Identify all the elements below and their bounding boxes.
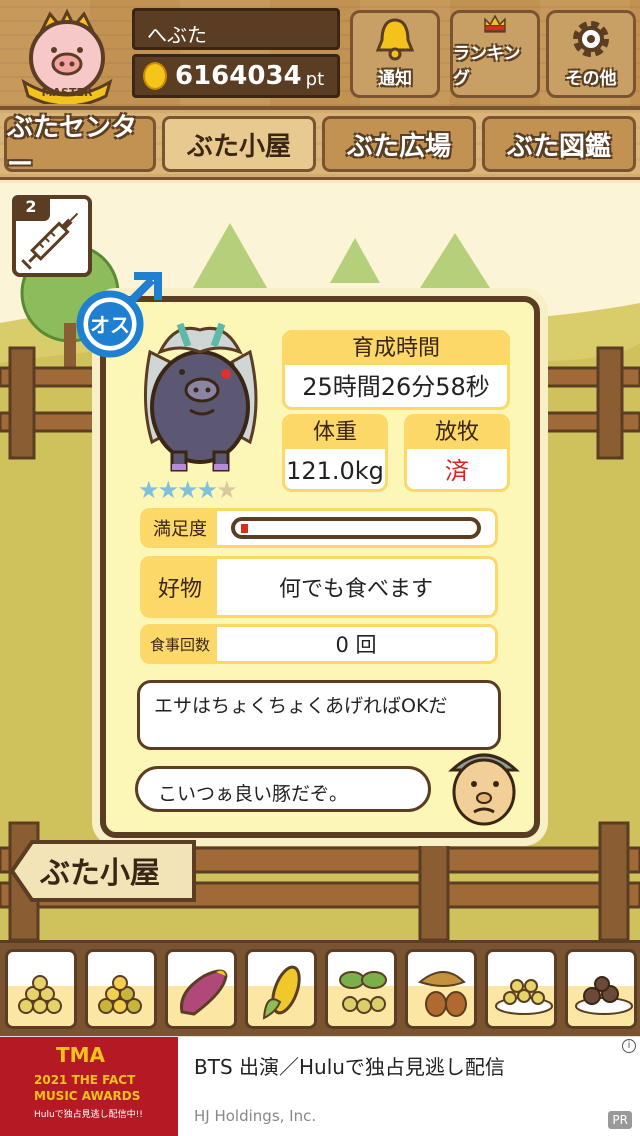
ranking-label: ランキング bbox=[453, 44, 521, 89]
ad-sponsor: HJ Holdings, Inc. bbox=[194, 1107, 317, 1125]
master-label: MASTER bbox=[42, 86, 93, 99]
bell-icon bbox=[375, 18, 415, 61]
ad-info-icon[interactable]: i bbox=[622, 1039, 636, 1053]
food-slot-beans[interactable] bbox=[5, 949, 77, 1029]
stars-empty: ★ bbox=[216, 476, 237, 504]
food-bar bbox=[0, 940, 640, 1036]
meal-count-row: 食事回数 0 回 bbox=[140, 624, 498, 664]
graze-value: 済 bbox=[445, 457, 469, 485]
meatball-plate-icon bbox=[575, 976, 633, 1015]
satisfaction-row: 満足度 bbox=[140, 508, 498, 548]
tab-buta-goya[interactable]: ぶた小屋 bbox=[162, 116, 316, 172]
food-slot-vegetable[interactable] bbox=[325, 949, 397, 1029]
ad-image-logo: TMA bbox=[56, 1043, 106, 1067]
sign-text: ぶた小屋 bbox=[40, 856, 160, 891]
points-display: 6164034 pt bbox=[132, 54, 340, 98]
ad-image-line2: MUSIC AWARDS bbox=[34, 1089, 141, 1103]
pig-character[interactable] bbox=[130, 312, 270, 482]
other-button[interactable]: その他 bbox=[546, 10, 636, 98]
vegetable-icon bbox=[339, 971, 387, 1014]
graze-label: 放牧 bbox=[407, 417, 507, 449]
tab-buta-center[interactable]: ぶたセンター bbox=[4, 113, 156, 180]
food-slot-meatball-plate[interactable] bbox=[565, 949, 637, 1029]
satisfaction-label: 満足度 bbox=[143, 511, 217, 545]
graze-panel: 放牧 済 bbox=[404, 414, 510, 492]
ad-banner[interactable]: TMA 2021 THE FACT MUSIC AWARDS Huluで独占見逃… bbox=[0, 1036, 640, 1136]
points-value: 6164034 bbox=[175, 61, 302, 91]
item-syringe[interactable]: 2 bbox=[12, 195, 92, 277]
sweet-potato-icon bbox=[179, 969, 228, 1016]
acorn-icon bbox=[417, 971, 467, 1017]
food-slot-mixed-beans[interactable] bbox=[85, 949, 157, 1029]
other-label: その他 bbox=[565, 69, 617, 89]
tab-buta-zukan[interactable]: ぶた図鑑 bbox=[482, 116, 636, 172]
food-slot-acorn[interactable] bbox=[405, 949, 477, 1029]
corn-icon bbox=[262, 965, 301, 1020]
weight-panel: 体重 121.0kg bbox=[282, 414, 388, 492]
stars-filled: ★★★★ bbox=[138, 476, 218, 504]
gear-icon bbox=[573, 21, 609, 57]
farmer-avatar[interactable] bbox=[444, 740, 524, 826]
raise-time-value: 25時間26分58秒 bbox=[302, 373, 490, 401]
food-slot-corn[interactable] bbox=[245, 949, 317, 1029]
raise-time-label: 育成時間 bbox=[285, 333, 507, 365]
ranking-button[interactable]: ランキング bbox=[450, 10, 540, 98]
gender-label: オス bbox=[90, 313, 130, 337]
coin-icon bbox=[143, 62, 167, 90]
favorite-label: 好物 bbox=[143, 559, 217, 615]
tab-bar: ぶたセンター ぶた小屋 ぶた広場 ぶた図鑑 bbox=[0, 110, 640, 180]
weight-label: 体重 bbox=[285, 417, 385, 449]
beans-icon bbox=[18, 975, 62, 1014]
tab-buta-hiroba[interactable]: ぶた広場 bbox=[322, 116, 476, 172]
favorite-value: 何でも食べます bbox=[278, 577, 433, 602]
ad-image-line3: Huluで独占見逃し配信中!! bbox=[34, 1110, 143, 1120]
food-slot-sweet-potato[interactable] bbox=[165, 949, 237, 1029]
food-slot-grain-plate[interactable] bbox=[485, 949, 557, 1029]
raise-time-panel: 育成時間 25時間26分58秒 bbox=[282, 330, 510, 410]
top-header: MASTER へぶた 6164034 pt 通知 ランキング その他 bbox=[0, 0, 640, 110]
grain-plate-icon bbox=[495, 979, 553, 1015]
dialogue-bubble-2: こいつぁ良い豚だぞ。 bbox=[135, 766, 431, 812]
rarity-stars: ★★★★★ bbox=[138, 476, 238, 504]
item-count: 2 bbox=[12, 195, 50, 221]
master-badge[interactable]: MASTER bbox=[12, 8, 122, 108]
crown-icon bbox=[484, 14, 506, 33]
meal-count-value: 0 回 bbox=[335, 633, 377, 657]
satisfaction-fill bbox=[241, 524, 248, 533]
ad-image[interactable]: TMA 2021 THE FACT MUSIC AWARDS Huluで独占見逃… bbox=[0, 1037, 178, 1136]
notification-button[interactable]: 通知 bbox=[350, 10, 440, 98]
favorite-row: 好物 何でも食べます bbox=[140, 556, 498, 618]
points-unit: pt bbox=[305, 68, 325, 90]
satisfaction-bar bbox=[231, 517, 481, 539]
ad-title[interactable]: BTS 出演／Huluで独占見逃し配信 bbox=[194, 1051, 505, 1080]
notification-label: 通知 bbox=[378, 69, 412, 89]
player-name: へぶた bbox=[132, 8, 340, 50]
weight-value: 121.0kg bbox=[286, 457, 384, 485]
ad-image-line1: 2021 THE FACT bbox=[34, 1073, 136, 1087]
mixed-beans-icon bbox=[98, 975, 142, 1014]
meal-count-label: 食事回数 bbox=[143, 627, 217, 661]
ad-pr-badge: PR bbox=[608, 1111, 632, 1129]
